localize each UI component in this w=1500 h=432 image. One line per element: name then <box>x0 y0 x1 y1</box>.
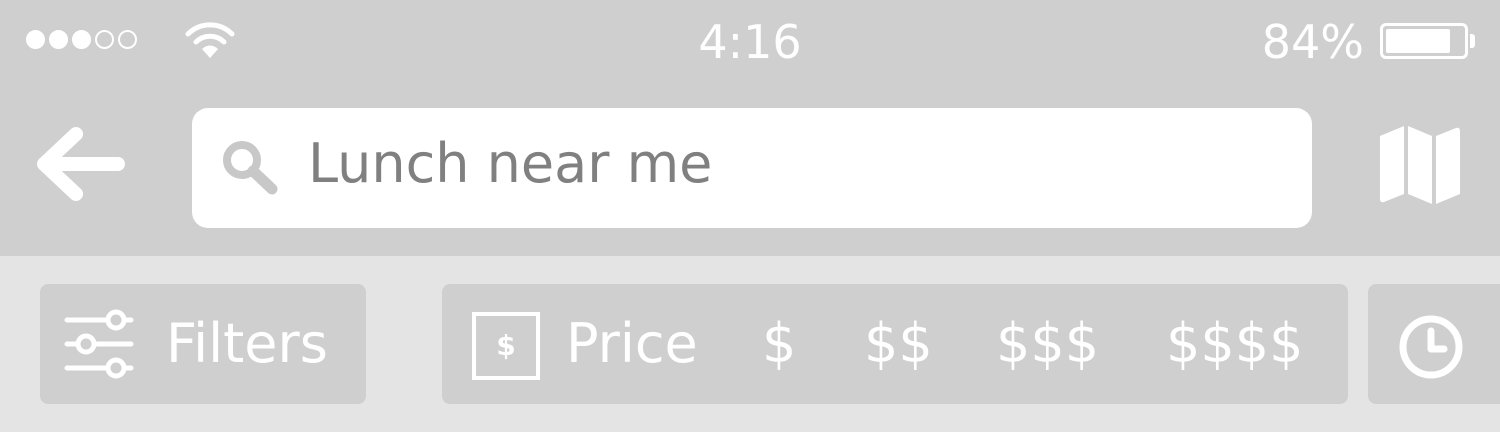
price-option-4[interactable]: $$$$ <box>1166 312 1303 376</box>
price-option-3[interactable]: $$$ <box>996 312 1099 376</box>
arrow-left-icon <box>37 127 125 201</box>
status-bar: 4:16 84% <box>0 0 1500 84</box>
battery-percent: 84% <box>1261 15 1364 69</box>
price-icon-glyph: $ <box>496 329 516 362</box>
search-query[interactable]: Lunch near me <box>308 130 712 198</box>
price-icon: $ <box>472 312 540 380</box>
filters-label: Filters <box>166 312 328 375</box>
battery-terminal <box>1470 34 1475 48</box>
price-option-2[interactable]: $$ <box>864 312 933 376</box>
price-label: Price <box>566 312 698 375</box>
battery-icon <box>1380 23 1468 59</box>
clock-icon <box>1399 315 1463 379</box>
map-icon <box>1380 126 1460 204</box>
map-button[interactable] <box>1378 124 1462 204</box>
back-button[interactable] <box>36 126 128 202</box>
search-icon <box>223 141 278 195</box>
app-screen: 4:16 84% Lunch near me Filters $ Price $… <box>0 0 1500 432</box>
battery-level-fill <box>1386 29 1450 53</box>
price-option-1[interactable]: $ <box>762 312 796 376</box>
sliders-icon <box>64 309 134 379</box>
